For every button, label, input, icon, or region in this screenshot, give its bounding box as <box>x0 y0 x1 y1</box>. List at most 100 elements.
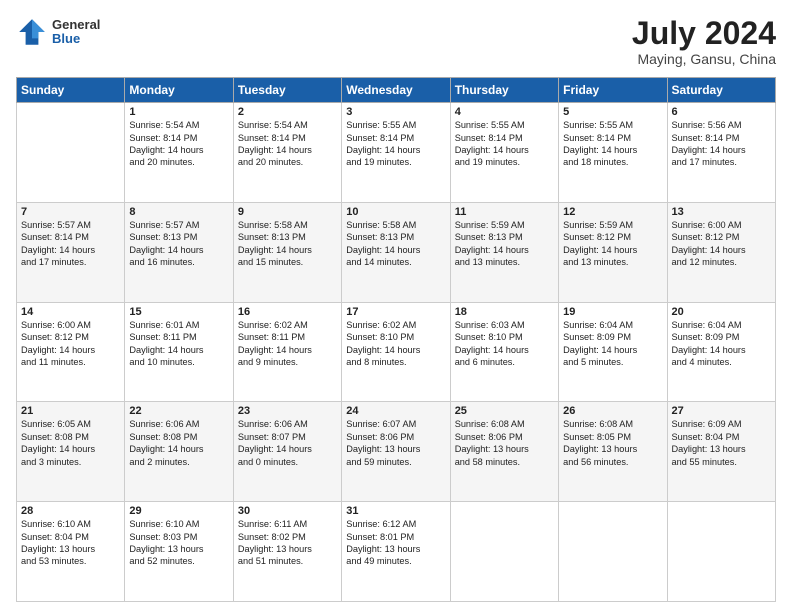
cell-line: Sunrise: 6:10 AM <box>21 519 91 529</box>
day-number: 22 <box>129 405 228 417</box>
cell-line: Daylight: 14 hours <box>21 345 95 355</box>
cell-content: Sunrise: 6:02 AMSunset: 8:11 PMDaylight:… <box>238 319 337 369</box>
cell-line: Daylight: 14 hours <box>21 245 95 255</box>
day-number: 27 <box>672 405 771 417</box>
cell-line: Sunset: 8:01 PM <box>346 532 414 542</box>
day-number: 23 <box>238 405 337 417</box>
cell-content: Sunrise: 5:55 AMSunset: 8:14 PMDaylight:… <box>346 119 445 169</box>
cell-line: Daylight: 14 hours <box>563 145 637 155</box>
cell-line: Sunrise: 5:57 AM <box>21 220 91 230</box>
calendar-cell: 4Sunrise: 5:55 AMSunset: 8:14 PMDaylight… <box>450 103 558 203</box>
cell-line: and 20 minutes. <box>129 157 194 167</box>
cell-content: Sunrise: 6:08 AMSunset: 8:05 PMDaylight:… <box>563 418 662 468</box>
cell-line: Sunset: 8:11 PM <box>129 332 196 342</box>
day-number: 29 <box>129 505 228 517</box>
day-number: 25 <box>455 405 554 417</box>
day-number: 9 <box>238 206 337 218</box>
cell-line: Sunrise: 5:59 AM <box>563 220 633 230</box>
cell-line: Sunrise: 5:58 AM <box>238 220 308 230</box>
cell-line: Sunrise: 6:01 AM <box>129 320 199 330</box>
calendar-cell: 18Sunrise: 6:03 AMSunset: 8:10 PMDayligh… <box>450 302 558 402</box>
calendar-cell: 26Sunrise: 6:08 AMSunset: 8:05 PMDayligh… <box>559 402 667 502</box>
cell-content: Sunrise: 5:58 AMSunset: 8:13 PMDaylight:… <box>238 219 337 269</box>
cell-line: and 9 minutes. <box>238 357 298 367</box>
logo-icon <box>16 16 48 48</box>
cell-line: Sunrise: 5:54 AM <box>129 120 199 130</box>
calendar-cell: 29Sunrise: 6:10 AMSunset: 8:03 PMDayligh… <box>125 502 233 602</box>
calendar-cell: 17Sunrise: 6:02 AMSunset: 8:10 PMDayligh… <box>342 302 450 402</box>
cell-line: Daylight: 14 hours <box>455 245 529 255</box>
day-number: 12 <box>563 206 662 218</box>
cell-line: Sunset: 8:13 PM <box>238 232 306 242</box>
cell-content: Sunrise: 5:54 AMSunset: 8:14 PMDaylight:… <box>129 119 228 169</box>
week-row: 21Sunrise: 6:05 AMSunset: 8:08 PMDayligh… <box>17 402 776 502</box>
cell-line: Daylight: 14 hours <box>129 145 203 155</box>
cell-line: Sunset: 8:04 PM <box>672 432 740 442</box>
cell-line: Sunset: 8:12 PM <box>563 232 631 242</box>
cell-line: Daylight: 14 hours <box>129 444 203 454</box>
cell-line: Sunset: 8:10 PM <box>346 332 414 342</box>
cell-line: and 17 minutes. <box>672 157 737 167</box>
cell-line: Daylight: 14 hours <box>21 444 95 454</box>
cell-content: Sunrise: 5:55 AMSunset: 8:14 PMDaylight:… <box>455 119 554 169</box>
day-number: 10 <box>346 206 445 218</box>
cell-content: Sunrise: 6:11 AMSunset: 8:02 PMDaylight:… <box>238 518 337 568</box>
cell-line: Sunrise: 5:55 AM <box>563 120 633 130</box>
cell-line: and 19 minutes. <box>346 157 411 167</box>
cell-content: Sunrise: 5:58 AMSunset: 8:13 PMDaylight:… <box>346 219 445 269</box>
calendar-cell: 24Sunrise: 6:07 AMSunset: 8:06 PMDayligh… <box>342 402 450 502</box>
cell-line: Sunrise: 6:10 AM <box>129 519 199 529</box>
cell-line: Daylight: 14 hours <box>563 345 637 355</box>
cell-content: Sunrise: 6:06 AMSunset: 8:08 PMDaylight:… <box>129 418 228 468</box>
cell-line: Sunrise: 6:06 AM <box>238 419 308 429</box>
cell-line: Sunset: 8:14 PM <box>672 133 740 143</box>
cell-line: Sunset: 8:09 PM <box>672 332 740 342</box>
cell-line: Sunrise: 6:02 AM <box>238 320 308 330</box>
cell-line: Sunset: 8:14 PM <box>346 133 414 143</box>
cell-line: Sunrise: 5:59 AM <box>455 220 525 230</box>
cell-line: Daylight: 14 hours <box>672 245 746 255</box>
day-number: 30 <box>238 505 337 517</box>
day-number: 4 <box>455 106 554 118</box>
cell-line: Sunset: 8:07 PM <box>238 432 306 442</box>
cell-line: Sunrise: 6:04 AM <box>563 320 633 330</box>
calendar-cell: 11Sunrise: 5:59 AMSunset: 8:13 PMDayligh… <box>450 202 558 302</box>
calendar-cell: 1Sunrise: 5:54 AMSunset: 8:14 PMDaylight… <box>125 103 233 203</box>
cell-line: Sunrise: 6:08 AM <box>455 419 525 429</box>
calendar-table: SundayMondayTuesdayWednesdayThursdayFrid… <box>16 77 776 602</box>
calendar-cell: 28Sunrise: 6:10 AMSunset: 8:04 PMDayligh… <box>17 502 125 602</box>
logo-line2: Blue <box>52 32 100 46</box>
header-cell-wednesday: Wednesday <box>342 78 450 103</box>
day-number: 26 <box>563 405 662 417</box>
cell-line: Daylight: 14 hours <box>129 345 203 355</box>
day-number: 8 <box>129 206 228 218</box>
calendar-cell: 20Sunrise: 6:04 AMSunset: 8:09 PMDayligh… <box>667 302 775 402</box>
cell-content: Sunrise: 5:59 AMSunset: 8:12 PMDaylight:… <box>563 219 662 269</box>
header-cell-thursday: Thursday <box>450 78 558 103</box>
day-number: 14 <box>21 306 120 318</box>
cell-line: Daylight: 14 hours <box>672 345 746 355</box>
calendar-cell: 23Sunrise: 6:06 AMSunset: 8:07 PMDayligh… <box>233 402 341 502</box>
cell-content: Sunrise: 6:12 AMSunset: 8:01 PMDaylight:… <box>346 518 445 568</box>
cell-line: and 0 minutes. <box>238 457 298 467</box>
header: General Blue July 2024 Maying, Gansu, Ch… <box>16 16 776 67</box>
week-row: 14Sunrise: 6:00 AMSunset: 8:12 PMDayligh… <box>17 302 776 402</box>
calendar-cell: 15Sunrise: 6:01 AMSunset: 8:11 PMDayligh… <box>125 302 233 402</box>
cell-line: Sunrise: 6:08 AM <box>563 419 633 429</box>
header-cell-friday: Friday <box>559 78 667 103</box>
cell-line: Daylight: 14 hours <box>238 345 312 355</box>
day-number: 5 <box>563 106 662 118</box>
cell-line: and 11 minutes. <box>21 357 86 367</box>
cell-line: Sunrise: 6:07 AM <box>346 419 416 429</box>
cell-line: Daylight: 14 hours <box>346 345 420 355</box>
calendar-cell <box>667 502 775 602</box>
cell-line: and 14 minutes. <box>346 257 411 267</box>
cell-line: and 6 minutes. <box>455 357 515 367</box>
cell-line: Sunset: 8:14 PM <box>21 232 89 242</box>
calendar-cell: 22Sunrise: 6:06 AMSunset: 8:08 PMDayligh… <box>125 402 233 502</box>
logo-text: General Blue <box>52 18 100 47</box>
cell-line: and 51 minutes. <box>238 556 303 566</box>
title-area: July 2024 Maying, Gansu, China <box>632 16 776 67</box>
cell-line: Sunset: 8:02 PM <box>238 532 306 542</box>
cell-line: Sunset: 8:04 PM <box>21 532 89 542</box>
